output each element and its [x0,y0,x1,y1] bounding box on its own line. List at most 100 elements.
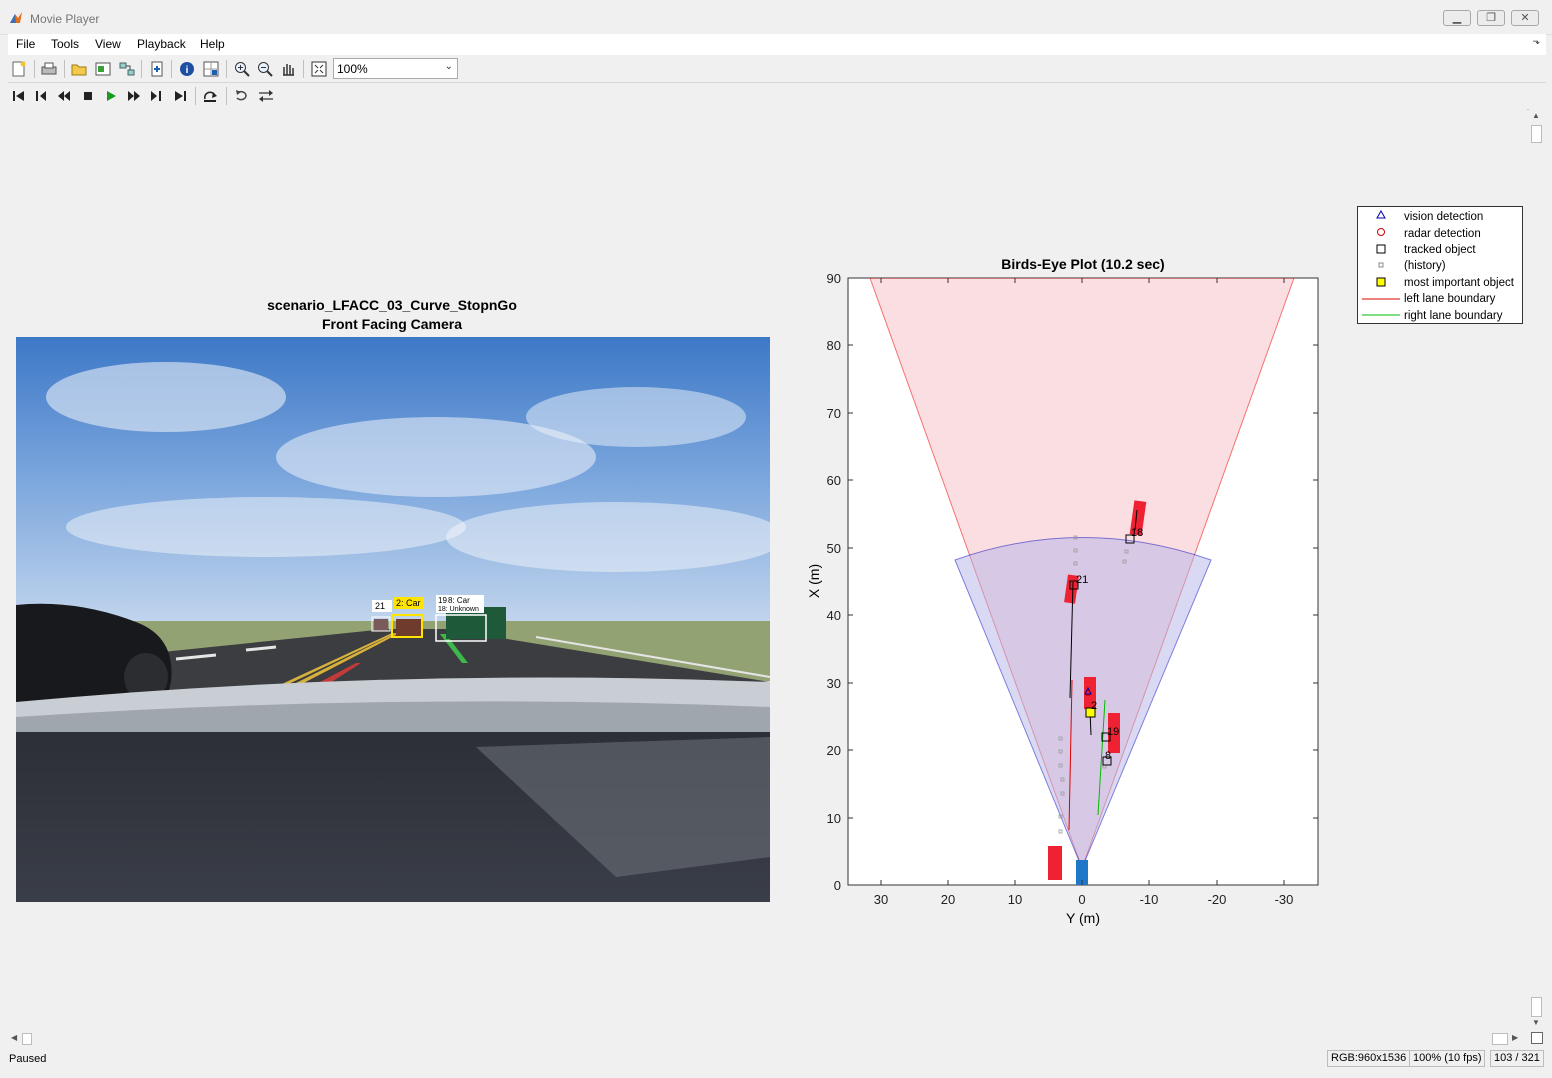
detection-label: 21 [375,601,385,611]
detection-label: 18: Unknown [438,606,479,613]
svg-text:i: i [186,65,189,76]
print-icon[interactable] [39,59,59,79]
status-bar: Paused RGB:960x1536 100% (10 fps) 103 / … [0,1047,1552,1078]
track-label-18: 18 [1131,527,1143,539]
playback-toolbar [8,83,1546,110]
chevron-down-icon: ⌄ [444,61,453,72]
status-resolution: RGB:960x1536 [1327,1050,1411,1067]
menu-help[interactable]: Help [200,37,225,51]
menu-playback[interactable]: Playback [137,37,186,51]
scroll-left-icon[interactable]: ◀ [11,1033,17,1042]
minimize-button[interactable]: ▁ [1443,10,1471,26]
open-file-icon[interactable] [69,59,89,79]
play-icon[interactable] [101,86,121,106]
track-label-19: 19 [1107,726,1119,738]
zoom-select[interactable]: 100% ⌄ [333,58,458,79]
main-toolbar: i 100% ⌄ [8,56,1546,83]
info-icon[interactable]: i [177,59,197,79]
detection-label: 8: Car [448,596,470,605]
x-tick-label: 10 [1008,892,1022,907]
y-tick-label: 40 [827,608,841,623]
x-tick-label: 0 [1078,892,1085,907]
horizontal-scrollbar[interactable]: ◀ ▶ [8,1032,1529,1046]
new-icon[interactable] [9,59,29,79]
y-tick-label: 0 [834,878,841,893]
status-frame: 103 / 321 [1490,1050,1544,1067]
legend-label: tracked object [1404,244,1476,256]
x-tick-label: -20 [1208,892,1227,907]
x-tick-label: -10 [1140,892,1159,907]
camera-frame: 2: Car 21 19 8: Car 18: Unknown [16,337,770,902]
y-tick-label: 30 [827,676,841,691]
legend-label: left lane boundary [1404,293,1496,305]
matlab-icon [10,12,22,23]
title-bar: Movie Player ▁ ❐ ✕ [0,0,1552,35]
connect-signals-icon[interactable] [117,59,137,79]
restore-button[interactable]: ❐ [1477,10,1505,26]
scroll-right-icon[interactable]: ▶ [1512,1033,1518,1042]
track-label-2: 2 [1091,700,1097,712]
cloud [526,387,746,447]
vertical-scroll-thumb[interactable] [1531,125,1542,143]
legend-label: most important object [1404,277,1515,289]
go-to-last-icon[interactable] [170,86,190,106]
legend-label: right lane boundary [1404,310,1503,322]
camera-title-line1: scenario_LFACC_03_Curve_StopnGo [267,297,517,313]
x-tick-label: -30 [1275,892,1294,907]
pixel-region-icon[interactable] [201,59,221,79]
y-tick-label: 50 [827,541,841,556]
x-axis-label: Y (m) [1066,910,1100,926]
track-label-21: 21 [1076,574,1088,586]
legend-label: radar detection [1404,228,1481,240]
cloud [66,497,466,557]
legend-label: (history) [1404,260,1446,272]
y-tick-label: 70 [827,406,841,421]
step-back-icon[interactable] [31,86,51,106]
distant-car [374,619,388,631]
y-tick-label: 80 [827,338,841,353]
horizontal-scroll-thumb[interactable] [22,1033,32,1045]
y-tick-label: 10 [827,811,841,826]
stop-icon[interactable] [78,86,98,106]
scroll-up-icon[interactable]: ▲ [1532,111,1540,120]
scroll-down-icon[interactable]: ▼ [1532,1018,1540,1027]
cloud [46,362,286,432]
detection-label: 19 [438,596,447,605]
fast-forward-icon[interactable] [124,86,144,106]
lead-car [396,619,422,637]
menu-dock-arrow-icon[interactable]: ⬎ [1532,36,1540,47]
horizontal-scroll-thumb-right[interactable] [1492,1033,1508,1045]
vertical-scrollbar[interactable]: ▲ ▼ [1529,109,1546,1032]
zoom-value: 100% [337,62,368,76]
parked-vehicle [1048,846,1062,880]
legend: vision detection radar detection tracked… [1357,206,1523,324]
menu-view[interactable]: View [95,37,121,51]
vertical-scroll-thumb-lower[interactable] [1531,997,1542,1017]
go-to-first-icon[interactable] [9,86,29,106]
fit-to-window-icon[interactable] [309,59,329,79]
menu-bar: File Tools View Playback Help ⬎ [8,34,1546,55]
scroll-corner [1531,1032,1543,1044]
menu-tools[interactable]: Tools [51,37,79,51]
playback-direction-icon[interactable] [256,86,276,106]
jump-to-icon[interactable] [201,86,221,106]
x-tick-label: 20 [941,892,955,907]
birds-eye-plot: 18 21 2 19 8 30 20 10 0 -10 -20 -30 0 10… [806,271,1319,926]
zoom-out-icon[interactable] [255,59,275,79]
detection-label: 2: Car [396,598,421,608]
legend-label: vision detection [1404,211,1483,223]
x-tick-label: 30 [874,892,888,907]
track-label-8: 8 [1105,750,1111,762]
pan-icon[interactable] [278,59,298,79]
menu-file[interactable]: File [16,37,35,51]
status-text: Paused [9,1053,47,1065]
y-tick-label: 90 [827,271,841,286]
loop-icon[interactable] [232,86,252,106]
zoom-in-icon[interactable] [232,59,252,79]
export-icon[interactable] [147,59,167,79]
step-forward-icon[interactable] [146,86,166,106]
close-button[interactable]: ✕ [1511,10,1539,26]
import-workspace-icon[interactable] [93,59,113,79]
legend-important-icon [1376,277,1386,287]
rewind-icon[interactable] [54,86,74,106]
